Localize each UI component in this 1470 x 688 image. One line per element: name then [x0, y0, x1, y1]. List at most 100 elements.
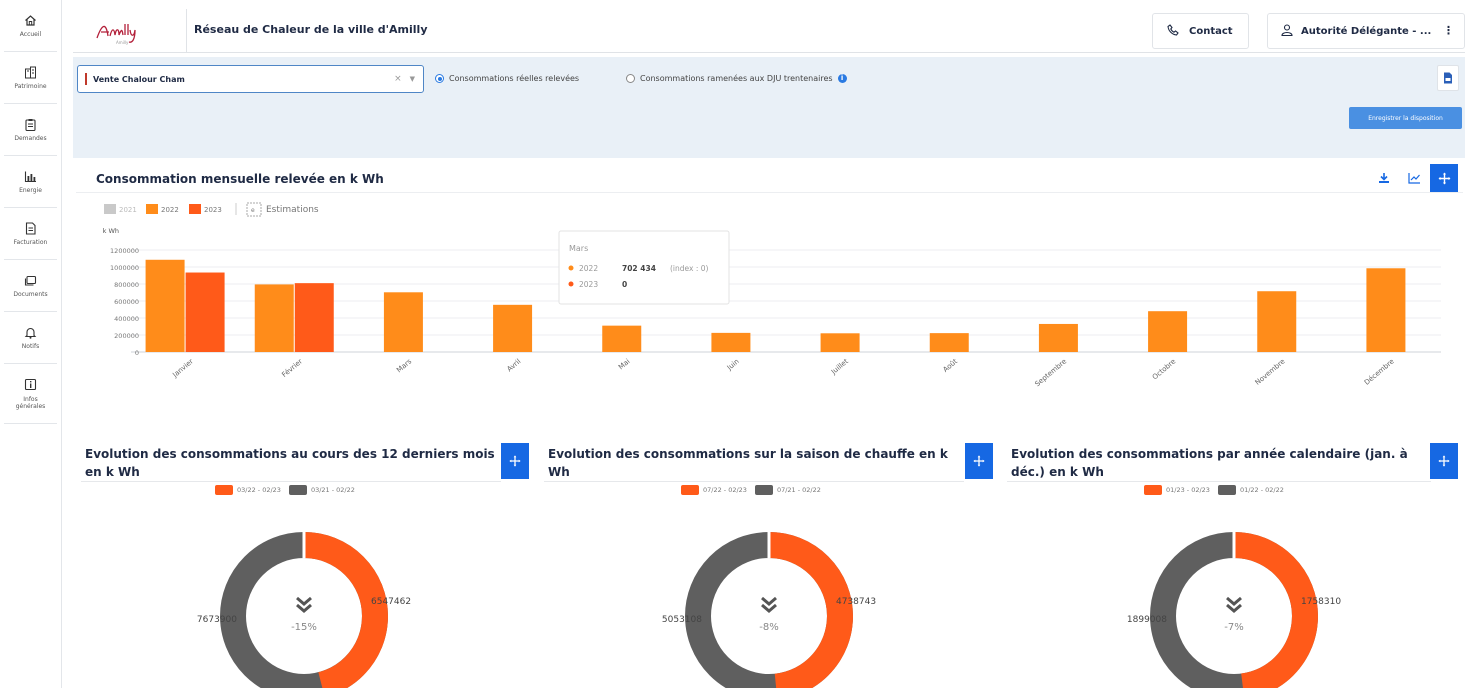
sidebar-item-demandes[interactable]: Demandes [4, 104, 57, 156]
legend-label-current[interactable]: 07/22 - 02/23 [703, 486, 747, 494]
donut-value-previous: 1899008 [1127, 615, 1167, 625]
sidebar-item-accueil[interactable]: Accueil [4, 0, 57, 52]
site-select-value: Vente Chalour Cham [93, 74, 185, 84]
legend-swatch-previous [1217, 485, 1236, 495]
legend-label-previous[interactable]: 01/22 - 02/22 [1240, 486, 1284, 494]
chevron-down-icon[interactable]: ▼ [410, 75, 415, 83]
app-root: Accueil Patrimoine Demandes Energie Fact… [0, 0, 1470, 688]
sidebar-item-patrimoine[interactable]: Patrimoine [4, 52, 57, 104]
info-icon[interactable]: i [837, 74, 847, 83]
bar-2022-août[interactable] [929, 333, 969, 352]
amilly-logo[interactable]: Amilly [94, 18, 144, 46]
y-tick-label: 1200000 [110, 247, 139, 255]
tooltip-value-2022: 702 434 [622, 264, 656, 273]
donut-card-12-months: Evolution des consommations au cours des… [78, 437, 530, 688]
radio-dju-consumption[interactable]: Consommations ramenées aux DJU trentenai… [626, 74, 847, 83]
pdf-icon [1444, 72, 1452, 84]
documents-icon [24, 273, 38, 287]
x-tick-label: Mai [617, 357, 632, 371]
legend-label-2021[interactable]: 2021 [119, 206, 137, 214]
bar-2022-février[interactable] [254, 284, 294, 352]
double-chevron-down-icon [296, 596, 312, 613]
donut-percentage: -7% [1224, 622, 1243, 633]
y-tick-label: 800000 [114, 281, 139, 289]
radio-real-label: Consommations réelles relevées [449, 74, 580, 83]
donut-percentage: -8% [759, 622, 778, 633]
double-chevron-down-icon [761, 596, 777, 613]
chart-type-button[interactable] [1401, 165, 1427, 191]
building-icon [24, 65, 38, 79]
radio-dju-label: Consommations ramenées aux DJU trentenai… [640, 74, 833, 83]
radio-button[interactable] [626, 74, 635, 83]
radio-real-consumption[interactable]: Consommations réelles relevées [435, 74, 579, 83]
save-layout-button[interactable]: Enregistrer la disposition [1349, 107, 1462, 129]
move-card-button[interactable] [501, 443, 529, 479]
legend-label-estimations[interactable]: Estimations [266, 205, 319, 215]
move-card-button[interactable] [1430, 164, 1458, 192]
legend-label-previous[interactable]: 03/21 - 02/22 [311, 486, 355, 494]
legend-label-current[interactable]: 01/23 - 02/23 [1166, 486, 1210, 494]
clipboard-icon [24, 117, 38, 131]
clear-icon[interactable]: × [394, 74, 402, 84]
x-tick-label: Octobre [1151, 357, 1177, 381]
y-axis-unit-label: k Wh [103, 227, 119, 235]
contact-button[interactable]: Contact [1152, 13, 1249, 49]
x-tick-label: Décembre [1363, 357, 1396, 386]
contact-label: Contact [1189, 25, 1233, 37]
move-icon [1438, 172, 1450, 184]
sidebar-item-label: Notifs [21, 343, 40, 350]
move-card-button[interactable] [965, 443, 993, 479]
user-menu-button[interactable]: Autorité Délégante - ... ⋮ [1267, 13, 1465, 49]
radio-button-selected[interactable] [435, 74, 444, 83]
line-chart-icon [1407, 173, 1420, 184]
bar-2022-mai[interactable] [602, 325, 642, 352]
download-button[interactable] [1371, 165, 1397, 191]
bar-2022-juillet[interactable] [820, 333, 860, 352]
bar-2022-septembre[interactable] [1038, 323, 1078, 352]
sidebar-item-energie[interactable]: Energie [4, 156, 57, 208]
legend-label-2022[interactable]: 2022 [161, 206, 179, 214]
y-tick-label: 600000 [114, 298, 139, 306]
chart-title: Consommation mensuelle relevée en k Wh [96, 172, 384, 186]
bar-2023-janvier[interactable] [185, 272, 225, 352]
donut-legend: 07/22 - 02/23 07/21 - 02/22 [681, 485, 821, 495]
move-card-button[interactable] [1430, 443, 1458, 479]
legend-swatch-2022 [146, 204, 158, 214]
monthly-bar-chart: 2021 2022 2023 e Estimations k Wh 0 20000… [103, 202, 1441, 388]
donut-card-heating-season: Evolution des consommations sur la saiso… [541, 437, 997, 688]
bar-2022-janvier[interactable] [145, 259, 185, 352]
legend-swatch-current [681, 485, 699, 495]
chart-legend: 2021 2022 2023 e Estimations [104, 202, 319, 217]
donut-value-current: 6547462 [371, 597, 411, 607]
sidebar-item-label: Infos générales [15, 395, 46, 410]
bar-2022-novembre[interactable] [1257, 291, 1297, 352]
y-tick-label: 0 [135, 349, 139, 357]
sidebar-item-documents[interactable]: Documents [4, 260, 57, 312]
legend-label-2023[interactable]: 2023 [204, 206, 222, 214]
legend-label-current[interactable]: 03/22 - 02/23 [237, 486, 281, 494]
tooltip-series-2023: 2023 [579, 280, 598, 289]
site-select[interactable]: Vente Chalour Cham × ▼ [77, 65, 424, 93]
sidebar-item-facturation[interactable]: Facturation [4, 208, 57, 260]
sidebar-item-infos-generales[interactable]: Infos générales [4, 364, 57, 424]
bar-2022-octobre[interactable] [1148, 311, 1188, 352]
legend-swatch-current [1144, 485, 1162, 495]
donut-value-previous: 5053108 [662, 615, 702, 625]
user-label: Autorité Délégante - ... [1301, 25, 1432, 37]
more-vertical-icon[interactable]: ⋮ [1443, 24, 1454, 37]
sidebar-item-label: Documents [13, 291, 48, 298]
tooltip-title: Mars [569, 244, 588, 253]
app-title: Réseau de Chaleur de la ville d'Amilly [194, 23, 428, 36]
bar-2022-décembre[interactable] [1366, 268, 1406, 352]
bar-2022-avril[interactable] [493, 304, 533, 352]
legend-label-previous[interactable]: 07/21 - 02/22 [777, 486, 821, 494]
sidebar-item-label: Energie [19, 187, 42, 194]
x-tick-label: Février [280, 357, 304, 379]
bar-2023-février[interactable] [294, 283, 334, 352]
sidebar-item-notifs[interactable]: Notifs [4, 312, 57, 364]
bar-2022-mars[interactable] [383, 292, 423, 352]
pdf-export-button[interactable] [1437, 65, 1459, 91]
bar-2022-juin[interactable] [711, 332, 751, 352]
donut-chart: -8% 4738743 5053108 [662, 532, 876, 688]
sidebar-item-label: Demandes [14, 135, 47, 142]
